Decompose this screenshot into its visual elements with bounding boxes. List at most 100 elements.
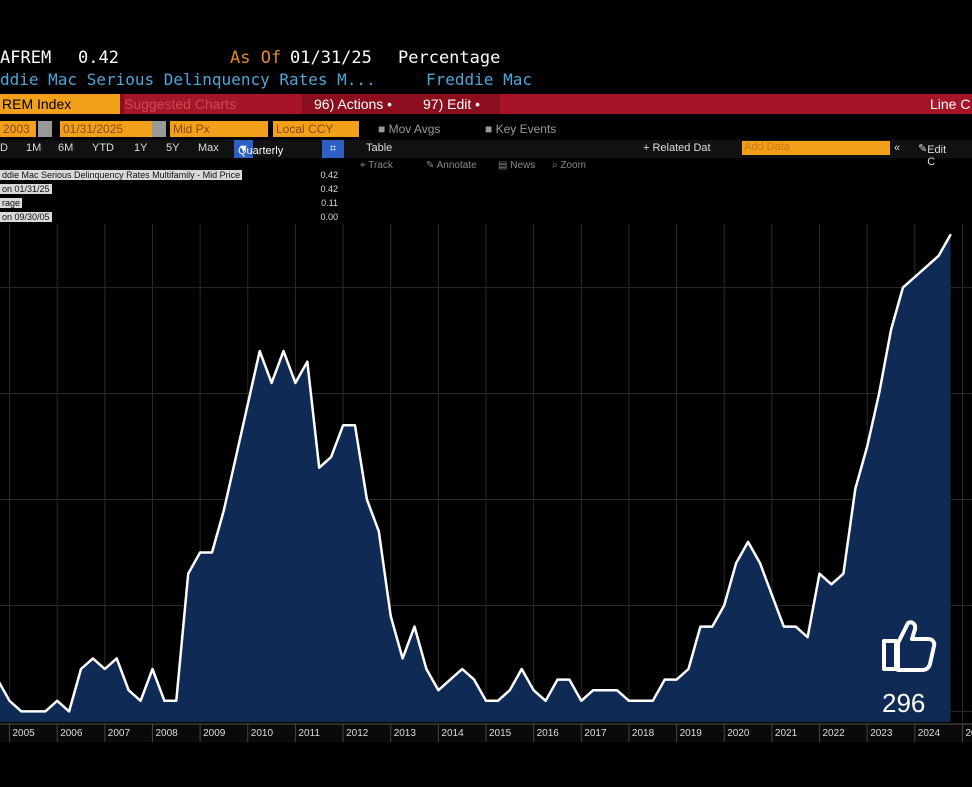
data-point (8, 700, 11, 702)
data-point (902, 286, 904, 289)
x-tick-label: 2023 (870, 728, 893, 739)
data-point (115, 657, 118, 660)
x-tick-label: 2011 (298, 728, 320, 739)
data-point (175, 700, 178, 702)
data-point (389, 615, 392, 617)
data-point (532, 689, 535, 691)
data-point (461, 668, 464, 670)
data-point (794, 625, 797, 628)
data-point (520, 668, 523, 670)
data-point (640, 700, 642, 702)
data-point (187, 572, 189, 575)
data-point (92, 657, 94, 660)
data-point (437, 689, 440, 691)
x-tick-label: 2010 (251, 728, 274, 739)
data-point (449, 678, 452, 681)
data-point (854, 488, 857, 490)
data-point (723, 604, 725, 607)
data-point (223, 509, 225, 511)
data-point (68, 710, 70, 713)
data-point (652, 700, 654, 702)
data-point (747, 541, 749, 543)
data-point (509, 689, 511, 691)
data-point (44, 710, 47, 713)
data-point (294, 382, 297, 384)
series-area (0, 234, 951, 722)
data-point (878, 392, 880, 395)
data-point (949, 233, 952, 236)
data-point (270, 382, 273, 384)
x-tick-label: 2017 (584, 728, 607, 739)
data-point (378, 530, 380, 533)
like-icon[interactable] (880, 615, 940, 679)
data-point (318, 466, 321, 469)
data-point (163, 700, 166, 702)
data-point (568, 678, 571, 681)
x-tick-label: 20 (966, 728, 972, 739)
data-point (628, 700, 630, 702)
data-point (925, 265, 928, 268)
data-point (32, 710, 35, 713)
data-point (544, 700, 547, 702)
data-point (497, 700, 499, 702)
data-point (759, 562, 761, 564)
data-point (306, 360, 309, 363)
data-point (937, 255, 940, 257)
data-point (485, 700, 487, 702)
data-point (818, 572, 821, 575)
data-point (914, 276, 916, 278)
x-tick-label: 2006 (60, 728, 83, 739)
data-point (556, 678, 559, 681)
x-tick-label: 2007 (108, 728, 131, 739)
data-point (151, 668, 154, 670)
data-point (592, 689, 594, 691)
data-point (473, 678, 475, 681)
x-tick-label: 2021 (775, 728, 798, 739)
x-tick-label: 2014 (441, 728, 464, 739)
data-point (699, 625, 702, 628)
data-point (580, 700, 583, 702)
x-tick-label: 2013 (394, 728, 417, 739)
x-tick-label: 2020 (727, 728, 750, 739)
data-point (783, 625, 785, 628)
x-tick-label: 2005 (13, 728, 36, 739)
x-tick-label: 2022 (823, 728, 846, 739)
data-point (413, 625, 416, 628)
data-point (211, 551, 213, 554)
data-point (104, 668, 106, 670)
delinquency-chart[interactable]: 2005 2006 2007 2008 2009 2010 2011 2012 2013 2014… (0, 0, 972, 787)
x-tick-label: 2019 (680, 728, 703, 739)
data-point (282, 350, 285, 352)
x-tick-label: 2016 (537, 728, 560, 739)
data-point (687, 668, 690, 670)
x-tick-label: 2008 (156, 728, 179, 739)
data-point (806, 636, 809, 638)
data-point (663, 678, 666, 681)
data-point (56, 700, 58, 702)
data-point (354, 424, 356, 427)
data-point (866, 445, 868, 448)
data-point (199, 551, 201, 554)
data-point (425, 668, 428, 670)
data-point (735, 562, 737, 564)
data-point (235, 456, 237, 458)
x-tick-label: 2024 (918, 728, 941, 739)
data-point (771, 594, 773, 596)
data-point (258, 350, 261, 352)
data-point (604, 689, 606, 691)
data-point (342, 424, 344, 427)
data-point (247, 403, 249, 405)
data-point (20, 710, 23, 713)
data-point (330, 456, 332, 458)
data-point (139, 700, 142, 702)
x-tick-label: 2015 (489, 728, 512, 739)
data-point (830, 583, 833, 586)
data-point (842, 572, 845, 575)
data-point (401, 657, 404, 660)
x-tick-label: 2012 (346, 728, 369, 739)
data-point (711, 625, 714, 628)
data-point (80, 668, 82, 670)
x-tick-label: 2018 (632, 728, 655, 739)
data-point (127, 689, 130, 691)
data-point (366, 498, 368, 501)
